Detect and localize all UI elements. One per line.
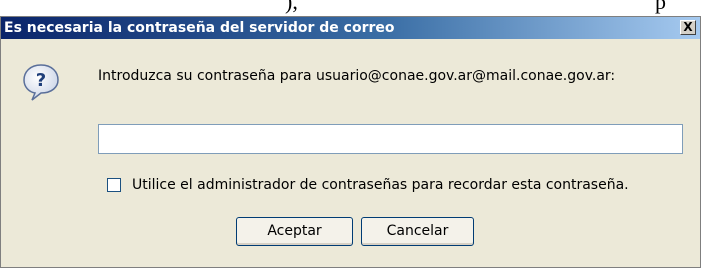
remember-password-checkbox[interactable]: [107, 178, 121, 192]
password-dialog: Es necesaria la contraseña del servidor …: [0, 16, 701, 268]
accept-button[interactable]: Aceptar: [236, 217, 353, 246]
password-input[interactable]: [98, 124, 683, 154]
background-text-right: p: [655, 0, 666, 14]
title-bar[interactable]: Es necesaria la contraseña del servidor …: [1, 17, 700, 39]
remember-password-label[interactable]: Utilice el administrador de contraseñas …: [132, 177, 629, 193]
svg-text:?: ?: [36, 70, 46, 91]
cancel-button[interactable]: Cancelar: [361, 217, 474, 246]
close-button[interactable]: X: [680, 20, 696, 35]
background-window-strip: ), p: [0, 0, 701, 16]
remember-password-row[interactable]: Utilice el administrador de contraseñas …: [107, 177, 629, 193]
background-text-left: ),: [285, 0, 298, 14]
password-prompt: Introduzca su contraseña para usuario@co…: [98, 68, 616, 84]
dialog-title: Es necesaria la contraseña del servidor …: [4, 20, 395, 36]
question-icon: ?: [23, 64, 59, 101]
